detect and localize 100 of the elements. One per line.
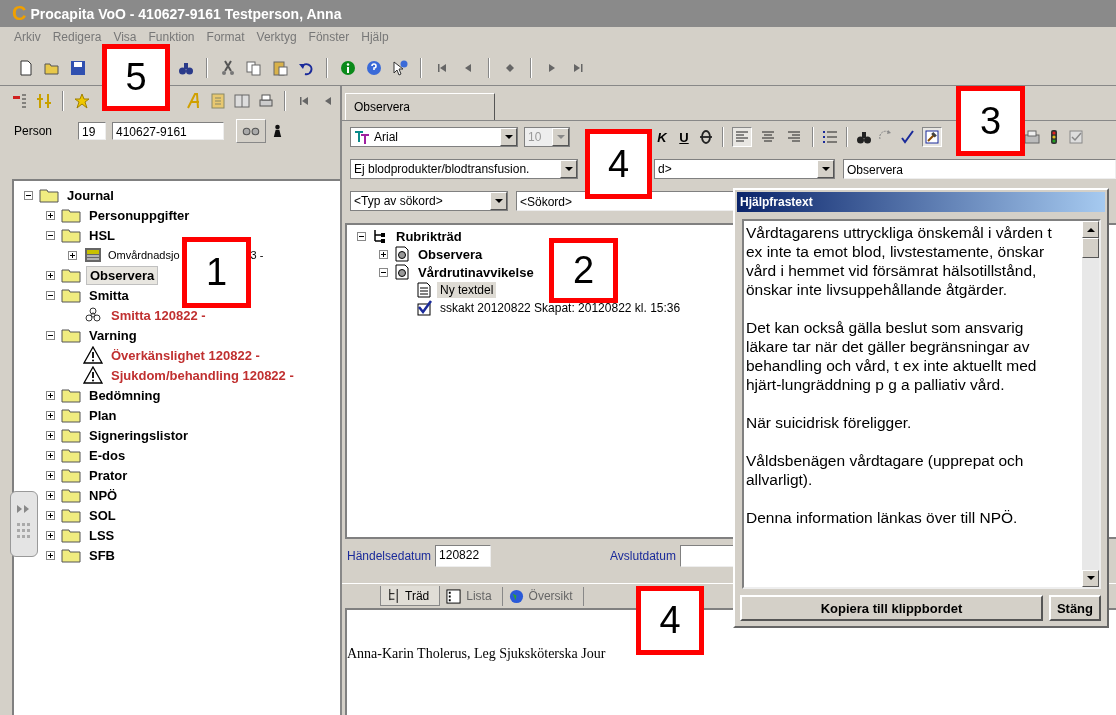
align-button[interactable] <box>732 127 752 147</box>
tree-item[interactable]: E-dos <box>86 446 129 464</box>
search-type-combo[interactable]: <Typ av sökord> <box>350 191 508 211</box>
folder-icon <box>61 507 81 523</box>
tree-item[interactable]: Observera <box>86 265 159 285</box>
heading-field[interactable]: Observera <box>843 159 1116 179</box>
paste-icon[interactable] <box>272 60 288 76</box>
tree-item[interactable]: NPÖ <box>86 486 121 504</box>
expand-icon[interactable] <box>66 250 78 260</box>
dialog-button[interactable]: Stäng <box>1048 595 1101 621</box>
keyword-combo[interactable]: d> <box>654 159 835 179</box>
copy-icon[interactable] <box>246 60 262 76</box>
tree-item[interactable]: SOL <box>86 506 119 524</box>
expand-icon[interactable] <box>44 510 56 520</box>
bulleted-list-icon[interactable] <box>822 129 838 145</box>
collapse-icon[interactable] <box>44 290 56 300</box>
binoculars-icon[interactable] <box>856 129 872 145</box>
tree-item[interactable]: Vårdrutinavvikelse <box>415 263 537 281</box>
view-tab[interactable]: Träd <box>380 586 441 606</box>
collapse-icon[interactable] <box>22 190 34 200</box>
expand-icon[interactable] <box>44 490 56 500</box>
folder-icon <box>61 427 81 443</box>
tree-item[interactable]: SFB <box>86 546 118 564</box>
scissors-icon[interactable] <box>220 60 236 76</box>
undo-icon[interactable] <box>298 60 314 76</box>
expand-icon[interactable] <box>44 410 56 420</box>
view-tab[interactable]: Lista <box>440 586 503 606</box>
scrollbar-thumb[interactable] <box>1082 238 1099 258</box>
search-button[interactable] <box>236 119 266 143</box>
tree-item[interactable]: Prator <box>86 466 131 484</box>
phrase-combo[interactable]: Ej blodprodukter/blodtransfusion. <box>350 159 578 179</box>
font-combo[interactable]: Arial <box>350 127 518 147</box>
expand-icon[interactable] <box>44 530 56 540</box>
align-right-icon <box>787 131 801 143</box>
century-field[interactable]: 19 <box>78 122 106 140</box>
printer-icon[interactable] <box>258 93 274 109</box>
tree-item[interactable]: HSL <box>86 226 118 244</box>
scroll-down-icon[interactable] <box>1086 576 1095 581</box>
tree-item[interactable]: Smitta 120822 - <box>108 306 209 324</box>
dialog-button[interactable]: Kopiera till klippbordet <box>740 595 1043 621</box>
help-text-area[interactable] <box>742 219 1101 589</box>
folder-icon <box>61 327 81 343</box>
side-panel-handle[interactable] <box>10 491 38 557</box>
strikethrough-icon[interactable] <box>698 129 714 145</box>
expand-icon[interactable] <box>44 210 56 220</box>
signed-document-icon[interactable] <box>1068 129 1084 145</box>
text-page-icon <box>416 282 432 298</box>
collapse-icon[interactable] <box>377 267 389 277</box>
editor-tab[interactable]: Observera <box>345 93 495 120</box>
view-tab[interactable]: Översikt <box>502 586 584 606</box>
event-date-field[interactable]: 120822 <box>435 545 492 567</box>
fax-icon[interactable] <box>1024 129 1040 145</box>
star-icon[interactable] <box>74 93 90 109</box>
expand-icon[interactable] <box>44 270 56 280</box>
tree-item[interactable]: Smitta <box>86 286 132 304</box>
spell-check-icon[interactable] <box>900 129 916 145</box>
pointer-help-icon[interactable] <box>392 60 408 76</box>
help-icon[interactable] <box>366 60 382 76</box>
tree-item[interactable]: Observera <box>415 245 486 263</box>
format-button[interactable]: K <box>654 129 670 145</box>
collapse-icon[interactable] <box>44 230 56 240</box>
tree-item[interactable]: Rubrikträd <box>393 227 465 245</box>
collapse-icon[interactable] <box>44 330 56 340</box>
tree-item[interactable]: sskakt 20120822 Skapat: 20120822 kl. 15:36 <box>437 300 684 316</box>
tree-item[interactable]: Plan <box>86 406 120 424</box>
caret-icon <box>556 134 565 140</box>
info-icon[interactable] <box>340 60 356 76</box>
tree-item[interactable]: Varning <box>86 326 140 344</box>
callout-number: 4 <box>636 586 704 655</box>
scroll-up-icon[interactable] <box>1086 227 1095 232</box>
tree-item[interactable]: Journal <box>64 186 117 204</box>
expand-icon[interactable] <box>44 470 56 480</box>
expand-icon[interactable] <box>44 450 56 460</box>
save-icon[interactable] <box>70 60 86 76</box>
person-id-field[interactable]: 410627-9161 <box>112 122 224 140</box>
tree-item[interactable]: Bedömning <box>86 386 164 404</box>
format-button[interactable]: U <box>676 129 692 145</box>
tree-item[interactable]: Omvårdnadsjo <box>108 249 180 261</box>
warning-icon <box>83 366 103 384</box>
collapse-icon[interactable] <box>355 231 367 241</box>
help-paragraph: Vårdtagarens uttryckliga önskemål i vården t ex inte ta emot blod, livstestamente, önskar vård i hemmet vid försämrat hälsotillstånd, önskar inte livsuppehållande åtgärder. <box>746 223 1053 299</box>
sliders-icon[interactable] <box>36 93 52 109</box>
hammer-button[interactable] <box>922 127 942 147</box>
tree-item[interactable]: Personuppgifter <box>86 206 193 224</box>
binoculars-icon[interactable] <box>178 60 194 76</box>
new-document-icon[interactable] <box>18 60 34 76</box>
flag-icon[interactable] <box>12 93 28 109</box>
scrollbar[interactable] <box>1082 221 1099 587</box>
tree-item[interactable]: Överkänslighet 120822 - <box>108 346 263 364</box>
expand-icon[interactable] <box>44 390 56 400</box>
tree-item[interactable]: Signeringslistor <box>86 426 191 444</box>
tree-item[interactable]: LSS <box>86 526 118 544</box>
expand-icon[interactable] <box>44 430 56 440</box>
tree-item[interactable]: Sjukdom/behandling 120822 - <box>108 366 297 384</box>
tree-item[interactable]: Ny textdel <box>437 282 497 298</box>
expand-icon[interactable] <box>377 249 389 259</box>
help-paragraph: När suicidrisk föreligger. <box>746 413 913 432</box>
book-icon[interactable] <box>234 93 250 109</box>
open-folder-icon[interactable] <box>44 60 60 76</box>
expand-icon[interactable] <box>44 550 56 560</box>
